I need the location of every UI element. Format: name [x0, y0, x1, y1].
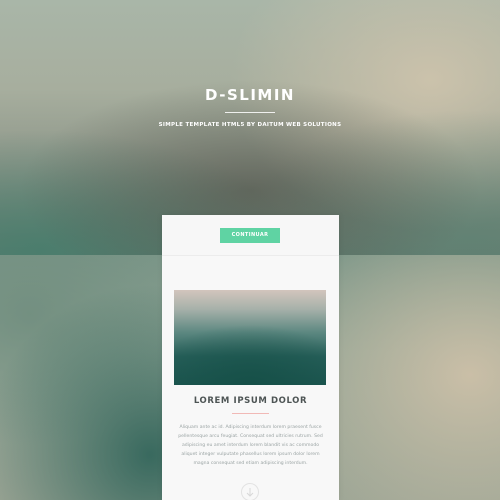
hero-divider — [225, 112, 275, 113]
site-title: D-SLIMIN — [205, 86, 295, 104]
arrow-down-icon — [246, 488, 254, 497]
continue-button[interactable]: CONTINUAR — [220, 228, 280, 243]
card-title: LOREM IPSUM DOLOR — [193, 396, 308, 406]
content-card: CONTINUAR LOREM IPSUM DOLOR Aliquam ante… — [162, 215, 339, 500]
site-subtitle: SIMPLE TEMPLATE HTML5 BY DAITUM WEB SOLU… — [158, 122, 342, 128]
card-body: LOREM IPSUM DOLOR Aliquam ante ac id. Ad… — [162, 256, 339, 500]
card-header: CONTINUAR — [162, 215, 339, 255]
page: D-SLIMIN SIMPLE TEMPLATE HTML5 BY DAITUM… — [0, 0, 500, 500]
card-body-text: Aliquam ante ac id. Adipiscing interdum … — [178, 425, 323, 466]
card-title-divider — [232, 413, 269, 414]
scroll-down-button[interactable] — [241, 483, 259, 500]
card-image — [174, 290, 326, 385]
